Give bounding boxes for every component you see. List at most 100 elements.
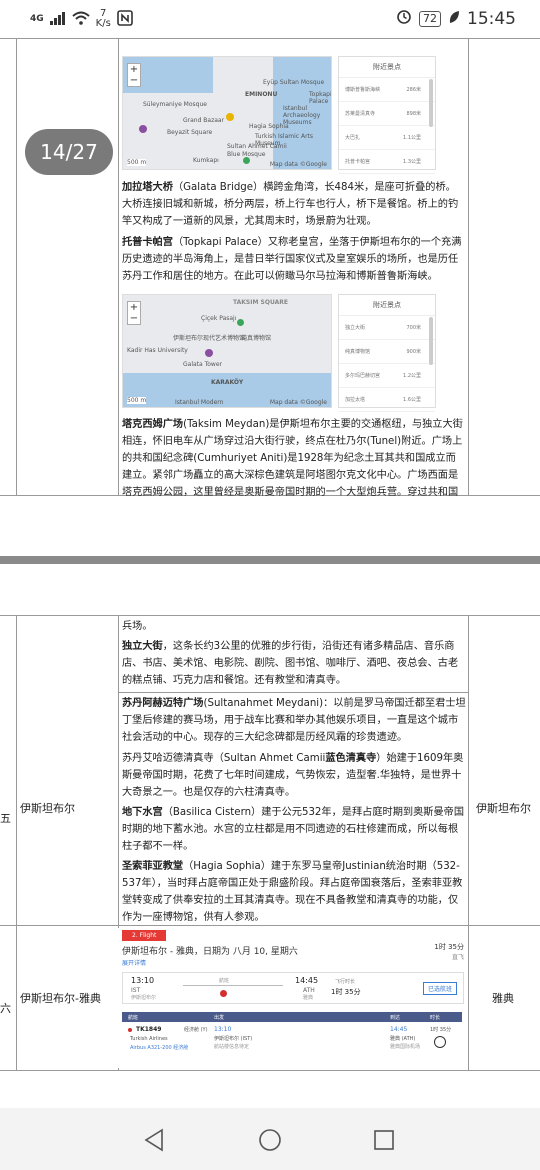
para-title: 地下水宫 bbox=[122, 807, 163, 818]
nearby-item-name: 多尔玛巴赫切宫 bbox=[345, 373, 381, 379]
map-credit: Map data ©Google bbox=[269, 161, 327, 168]
back-icon[interactable] bbox=[143, 1128, 165, 1156]
map-scale: 500 m bbox=[127, 159, 147, 166]
nearby-item[interactable]: 纯真博物馆 900米 bbox=[339, 340, 435, 364]
arr-time: 14:45 bbox=[295, 976, 319, 985]
nearby-item[interactable]: 多尔玛巴赫切宫 1.2公里 bbox=[339, 364, 435, 388]
map-label: Istanbul Archaeology Museums bbox=[283, 105, 321, 126]
map-label: Istanbul Modern bbox=[175, 399, 224, 406]
signal-icon bbox=[49, 11, 66, 28]
location-pin-icon bbox=[205, 349, 213, 357]
map-sultanahmet[interactable]: + − EMINONU Eyüp Sultan Mosque Istanbul A… bbox=[122, 56, 332, 170]
day-cell: 六 bbox=[0, 1002, 11, 1015]
nearby-item-name: 苏莱曼清真寺 bbox=[345, 111, 376, 117]
zoom-controls[interactable]: + − bbox=[127, 301, 141, 325]
nearby-item-dist: 700米 bbox=[406, 325, 421, 331]
map-label: KARAKÖY bbox=[211, 379, 244, 386]
arr-code: ATH bbox=[303, 987, 315, 994]
panel-scrollbar[interactable] bbox=[429, 317, 433, 365]
detail-dep-place: 伊斯坦布尔 (IST) bbox=[214, 1036, 253, 1042]
arr-city: 雅典 bbox=[303, 995, 314, 1001]
map-label: Hagia Sophia bbox=[249, 123, 289, 130]
para-title: 加拉塔大桥 bbox=[122, 182, 173, 193]
page-separator bbox=[0, 556, 540, 564]
para-title: 独立大街 bbox=[122, 641, 163, 652]
para-cistern: 地下水宫（Basilica Cistern）建于公元532年，是拜占庭时期到奥斯… bbox=[122, 804, 466, 856]
map-label: Grand Bazaar bbox=[183, 117, 225, 124]
para-title: 蓝色清真寺 bbox=[325, 753, 377, 764]
detail-dep-time: 13:10 bbox=[214, 1026, 232, 1033]
select-flight-button[interactable]: 已选航班 bbox=[422, 982, 457, 995]
dep-code: IST bbox=[131, 987, 141, 994]
status-right: 72 15:45 bbox=[396, 8, 516, 29]
nearby-item-dist: 900米 bbox=[406, 349, 421, 355]
para-title: 圣索菲亚教堂 bbox=[122, 861, 184, 872]
nearby-item[interactable]: 博斯普鲁斯海峡 286米 bbox=[339, 78, 435, 102]
nearby-panel-title: 附近景点 bbox=[339, 295, 435, 316]
table-col-line bbox=[468, 38, 469, 495]
nearby-item-dist: 1.3公里 bbox=[403, 159, 421, 165]
map-taksim[interactable]: + − TAKSIM SQUARE Çiçek Pasajı 伊斯坦布尔现代艺术博… bbox=[122, 294, 332, 408]
dep-time: 13:10 bbox=[131, 976, 155, 985]
table-col-line bbox=[118, 38, 119, 495]
flight-table-header: 航班 出发 到达 时长 bbox=[122, 1012, 462, 1022]
flight-detail-row: TK1849 Turkish Airlines Airbus A321-200 … bbox=[122, 1024, 462, 1066]
nearby-item-dist: 1.6公里 bbox=[403, 397, 421, 403]
clock: 15:45 bbox=[467, 8, 516, 29]
header-col: 航班 bbox=[128, 1015, 139, 1021]
recents-icon[interactable] bbox=[373, 1129, 395, 1155]
nearby-item-dist: 1.2公里 bbox=[403, 373, 421, 379]
table-border-top bbox=[0, 38, 540, 39]
status-bar: 4G 7 K/s 72 15:45 bbox=[0, 0, 540, 38]
nearby-item[interactable]: 苏莱曼清真寺 898米 bbox=[339, 102, 435, 126]
map-label: Beyazit Square bbox=[167, 129, 213, 136]
status-left: 4G 7 K/s bbox=[30, 9, 133, 29]
nearby-item-name: 独立大街 bbox=[345, 325, 366, 331]
para-body: (Taksim Meydan)是伊斯坦布尔主要的交通枢纽，与独立大街相连，怀旧电… bbox=[122, 419, 463, 496]
map-label: EMINONU bbox=[245, 91, 278, 98]
detail-arr-time: 14:45 bbox=[390, 1026, 408, 1033]
location-pin-icon bbox=[237, 319, 244, 326]
flight-summary: 13:10 IST 伊斯坦布尔 航班 14:45 ATH 雅典 飞行时长 1时 … bbox=[122, 972, 464, 1004]
route-line bbox=[183, 985, 283, 986]
airline-name: Turkish Airlines bbox=[130, 1036, 168, 1042]
nearby-item[interactable]: 托普卡帕宫 1.3公里 bbox=[339, 150, 435, 174]
table-col-line bbox=[16, 38, 17, 495]
city-cell: 伊斯坦布尔-雅典 bbox=[20, 992, 101, 1005]
expand-details-link[interactable]: 展开详情 bbox=[122, 958, 146, 967]
map-label: Topkapi Palace bbox=[309, 91, 332, 105]
zoom-controls[interactable]: + − bbox=[127, 63, 141, 87]
mid-label: 航班 bbox=[219, 978, 230, 984]
nearby-item[interactable]: 加拉太塔 1.6公里 bbox=[339, 388, 435, 412]
cabin-class: 经济舱 (Y) bbox=[184, 1027, 208, 1033]
para-title: 苏丹阿赫迈特广场 bbox=[122, 698, 204, 709]
leaf-icon bbox=[448, 9, 460, 29]
para-istiklal: 独立大街，这条长约3公里的优雅的步行街，沿街还有诸多精品店、音乐商店、书店、美术… bbox=[122, 638, 466, 692]
para-continued: 兵场。 bbox=[122, 621, 153, 632]
location-pin-icon bbox=[226, 113, 234, 121]
detail-duration: 1时 35分 bbox=[430, 1027, 452, 1033]
para-sultanahmet-square: 苏丹阿赫迈特广场(Sultanahmet Meydani)：以前是罗马帝国迁都至… bbox=[122, 695, 466, 747]
home-icon[interactable] bbox=[258, 1128, 282, 1156]
nearby-item-dist: 1.1公里 bbox=[403, 135, 421, 141]
network-speed: 7 K/s bbox=[96, 9, 111, 29]
header-col: 时长 bbox=[430, 1015, 441, 1021]
map-label: Çiçek Pasajı bbox=[201, 315, 237, 322]
para-body: （Topkapi Palace）又称老皇宫，坐落于伊斯坦布尔的一个充满历史遗迹的… bbox=[122, 237, 462, 282]
table-col-line bbox=[468, 615, 469, 1070]
nfc-icon bbox=[116, 9, 133, 29]
map-label: Galata Tower bbox=[183, 361, 222, 368]
panel-scrollbar[interactable] bbox=[429, 79, 433, 127]
para-title: 塔克西姆广场 bbox=[122, 419, 184, 430]
nearby-item-name: 大巴扎 bbox=[345, 135, 361, 141]
dep-city: 伊斯坦布尔 bbox=[131, 995, 157, 1001]
map-label: 纯真博物馆 bbox=[241, 335, 272, 342]
map-label: 伊斯坦布尔现代艺术博物馆 bbox=[173, 335, 246, 342]
nearby-item[interactable]: 独立大街 700米 bbox=[339, 316, 435, 340]
nearby-item-name: 加拉太塔 bbox=[345, 397, 366, 403]
table-row-line bbox=[118, 692, 468, 693]
para-topkapi: 托普卡帕宫（Topkapi Palace）又称老皇宫，坐落于伊斯坦布尔的一个充满… bbox=[122, 234, 466, 286]
destination-cell: 雅典 bbox=[492, 992, 514, 1005]
alarm-icon bbox=[396, 8, 412, 29]
nearby-item[interactable]: 大巴扎 1.1公里 bbox=[339, 126, 435, 150]
